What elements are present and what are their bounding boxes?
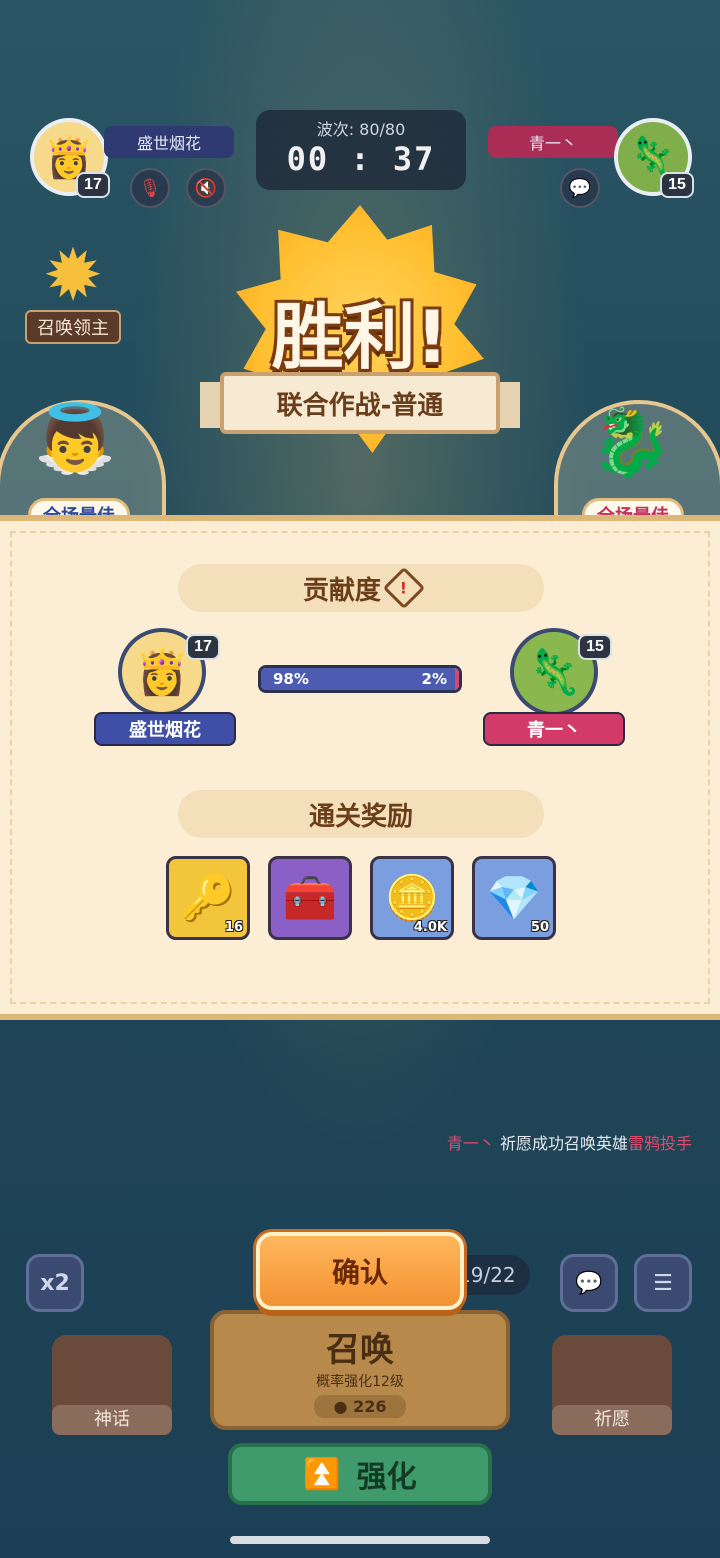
mic-muted-icon[interactable]: 🎙: [130, 168, 170, 208]
myth-label: 神话: [52, 1405, 172, 1435]
contributor-right-level: 15: [578, 634, 612, 660]
rewards-title: 通关奖励: [308, 801, 413, 832]
wish-label: 祈愿: [552, 1405, 672, 1435]
wave-counter: 波次: 80/80: [316, 120, 406, 139]
purple-crystal-icon: 💎: [486, 873, 542, 924]
contribution-title: 贡献度: [302, 575, 381, 606]
reward-crystal[interactable]: 💎 50: [472, 856, 556, 940]
golden-key-icon: 🔑: [180, 873, 236, 924]
dragon-hero-icon: 🐉: [590, 404, 673, 481]
chat-hero: 雷鸦投手: [627, 1134, 692, 1153]
myth-button[interactable]: 神话: [52, 1335, 172, 1435]
speed-button[interactable]: x2: [26, 1254, 84, 1312]
reward-count: 4.0K: [413, 920, 447, 935]
unit-counter-value: 19/22: [458, 1263, 516, 1287]
contributor-right-name: 青一丶: [483, 712, 625, 746]
reward-count: 50: [530, 920, 549, 935]
contribution-right-percent: 2%: [421, 670, 447, 688]
gold-coin-icon: 🪙: [384, 873, 440, 924]
summon-cost: ● 226: [313, 1395, 407, 1418]
contributor-left-level: 17: [186, 634, 220, 660]
princess-portrait-icon: 👸: [134, 647, 190, 698]
summon-title: 召唤: [326, 1330, 394, 1370]
hamburger-menu-icon: ☰: [653, 1270, 673, 1296]
contribution-bar: 98% 2%: [258, 665, 462, 693]
chat-button[interactable]: 💬: [560, 1254, 618, 1312]
contributor-left-avatar: 👸 17: [118, 628, 220, 716]
chat-bubble-icon[interactable]: 💬: [560, 168, 600, 208]
player1-name: 盛世烟花: [104, 126, 234, 158]
enhance-button[interactable]: ⏫ 强化: [228, 1443, 492, 1505]
chat-bubble-icon: 💬: [575, 1270, 603, 1296]
game-mode-banner: 联合作战-普通: [220, 372, 500, 434]
lizard-portrait-icon: 🦎: [526, 647, 582, 698]
reward-count: 16: [224, 920, 243, 935]
victory-title: 胜利!: [271, 295, 449, 379]
home-indicator[interactable]: [230, 1536, 490, 1544]
enhance-label: 强化: [356, 1460, 417, 1495]
wave-panel: 波次: 80/80 00 : 37: [256, 110, 466, 190]
silver-coin-icon: ●: [333, 1397, 348, 1416]
chat-user: 青一丶: [446, 1134, 495, 1153]
speaker-muted-icon[interactable]: 🔇: [186, 168, 226, 208]
round-timer: 00 : 37: [286, 140, 436, 178]
double-chevron-up-icon: ⏫: [303, 1456, 341, 1492]
reward-key[interactable]: 🔑 16: [166, 856, 250, 940]
reward-coin[interactable]: 🪙 4.0K: [370, 856, 454, 940]
player1-level: 17: [76, 172, 110, 198]
contribution-left-percent: 98%: [273, 670, 309, 688]
purple-chest-icon: 🧰: [282, 873, 338, 924]
player2-level: 15: [660, 172, 694, 198]
reward-chest[interactable]: 🧰: [268, 856, 352, 940]
confirm-button[interactable]: 确认: [256, 1232, 464, 1310]
contributor-right-avatar: 🦎 15: [510, 628, 612, 716]
player2-name: 青一丶: [488, 126, 618, 158]
rewards-header: 通关奖励: [178, 790, 544, 838]
summon-button[interactable]: 召唤 概率强化12级 ● 226: [210, 1310, 510, 1430]
chat-message: 青一丶 祈愿成功召唤英雄雷鸦投手: [447, 1130, 692, 1154]
contribution-header: 贡献度 !: [178, 564, 544, 612]
menu-button[interactable]: ☰: [634, 1254, 692, 1312]
angel-hero-icon: 👼: [34, 400, 117, 477]
summon-cost-value: 226: [353, 1397, 387, 1416]
player2-avatar: 🦎 15: [614, 118, 694, 198]
wish-button[interactable]: 祈愿: [552, 1335, 672, 1435]
info-diamond-icon[interactable]: !: [382, 566, 426, 610]
chat-text: 祈愿成功召唤英雄: [494, 1134, 628, 1153]
player1-avatar: 👸 17: [30, 118, 110, 198]
contributor-left-name: 盛世烟花: [94, 712, 236, 746]
summon-subtitle: 概率强化12级: [316, 1374, 404, 1390]
